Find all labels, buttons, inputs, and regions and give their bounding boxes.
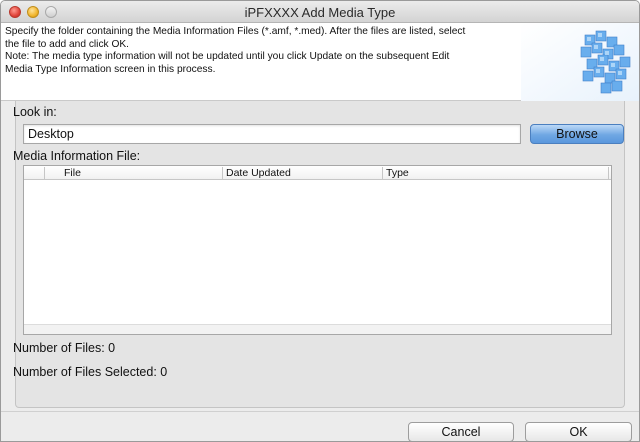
column-header-type[interactable]: Type bbox=[386, 166, 409, 180]
instruction-header: Specify the folder containing the Media … bbox=[1, 23, 639, 101]
media-information-file-label: Media Information File: bbox=[13, 149, 141, 163]
instruction-line: the file to add and click OK. bbox=[5, 38, 130, 50]
column-header-date-updated[interactable]: Date Updated bbox=[226, 166, 291, 180]
media-file-list[interactable]: File Date Updated Type bbox=[23, 165, 612, 335]
title-bar: iPFXXXX Add Media Type bbox=[1, 1, 639, 23]
browse-button[interactable]: Browse bbox=[530, 124, 624, 144]
column-header-file[interactable]: File bbox=[64, 166, 81, 180]
ok-button[interactable]: OK bbox=[525, 422, 632, 441]
horizontal-scrollbar[interactable] bbox=[24, 324, 611, 334]
file-list-header: File Date Updated Type bbox=[24, 166, 611, 180]
column-separator bbox=[608, 167, 609, 179]
cube-logo-icon bbox=[521, 23, 639, 101]
instruction-text: Specify the folder containing the Media … bbox=[5, 26, 520, 76]
look-in-label: Look in: bbox=[13, 105, 57, 119]
dialog-window: iPFXXXX Add Media Type Specify the folde… bbox=[0, 0, 640, 442]
instruction-line: Note: The media type information will no… bbox=[5, 51, 450, 62]
folder-path-field[interactable]: Desktop bbox=[23, 124, 521, 144]
number-of-files-label: Number of Files: 0 bbox=[13, 341, 116, 355]
number-of-files-selected-label: Number of Files Selected: 0 bbox=[13, 365, 168, 379]
column-separator[interactable] bbox=[222, 167, 223, 179]
window-title: iPFXXXX Add Media Type bbox=[244, 5, 396, 20]
column-separator bbox=[44, 167, 45, 179]
instruction-line: Media Type Information screen in this pr… bbox=[5, 63, 216, 75]
column-separator[interactable] bbox=[382, 167, 383, 179]
instruction-line: Specify the folder containing the Media … bbox=[5, 26, 466, 37]
cancel-button[interactable]: Cancel bbox=[408, 422, 514, 441]
